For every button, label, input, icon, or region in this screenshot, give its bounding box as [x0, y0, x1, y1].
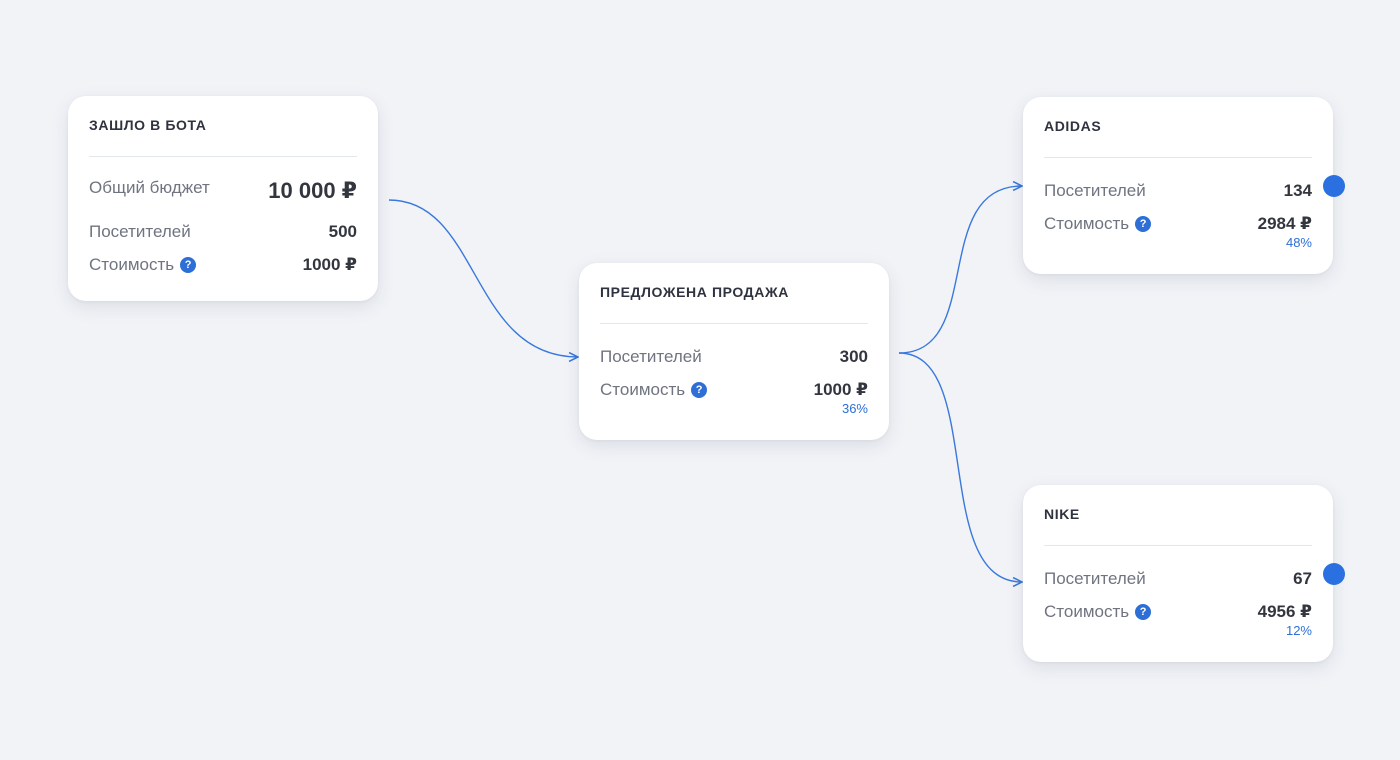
cost-row: Стоимость ? 2984 ₽ 48%: [1044, 213, 1312, 250]
visitors-label: Посетителей: [1044, 181, 1146, 200]
cost-value: 4956 ₽: [1257, 602, 1312, 621]
divider: [1044, 157, 1312, 158]
help-icon[interactable]: ?: [180, 257, 197, 273]
edge-offered-adidas: [898, 186, 1022, 354]
visitors-value: 134: [1283, 181, 1312, 200]
budget-value: 10 000 ₽: [268, 178, 357, 203]
visitors-row: Посетителей 134: [1044, 180, 1312, 202]
output-port-dot[interactable]: [1323, 563, 1345, 585]
node-title: ADIDAS: [1044, 118, 1102, 134]
visitors-row: Посетителей 500: [89, 221, 357, 243]
output-port-dot[interactable]: [1323, 175, 1345, 197]
cost-row: Стоимость ? 1000 ₽ 36%: [600, 379, 868, 416]
visitors-row: Посетителей 300: [600, 346, 868, 368]
node-title: ПРЕДЛОЖЕНА ПРОДАЖА: [600, 284, 789, 300]
budget-row: Общий бюджет 10 000 ₽: [89, 177, 357, 205]
visitors-value: 67: [1293, 569, 1312, 588]
visitors-label: Посетителей: [89, 222, 191, 241]
budget-label: Общий бюджет: [89, 178, 210, 197]
divider: [600, 323, 868, 324]
visitors-row: Посетителей 67: [1044, 568, 1312, 590]
cost-value-block: 2984 ₽ 48%: [1258, 213, 1312, 250]
cost-row: Стоимость ? 4956 ₽ 12%: [1044, 601, 1312, 638]
node-adidas[interactable]: ADIDAS Посетителей 134 Стоимость ? 2984 …: [1023, 97, 1333, 274]
node-title: ЗАШЛО В БОТА: [89, 117, 207, 133]
cost-row: Стоимость ? 1000 ₽: [89, 254, 357, 276]
cost-label-wrap: Стоимость ?: [600, 379, 708, 401]
cost-label: Стоимость: [1044, 602, 1130, 621]
visitors-value: 500: [328, 222, 357, 241]
divider: [89, 156, 357, 157]
visitors-label: Посетителей: [600, 347, 702, 366]
percent-value: 12%: [1285, 623, 1312, 638]
percent-value: 48%: [1285, 235, 1312, 250]
cost-label-wrap: Стоимость ?: [1044, 213, 1152, 235]
percent-value: 36%: [841, 401, 868, 416]
flow-canvas: ЗАШЛО В БОТА Общий бюджет 10 000 ₽ Посет…: [0, 0, 1400, 760]
node-title: NIKE: [1044, 506, 1080, 522]
visitors-value: 300: [839, 347, 868, 366]
help-icon[interactable]: ?: [1135, 216, 1152, 232]
divider: [1044, 545, 1312, 546]
cost-label-wrap: Стоимость ?: [1044, 601, 1152, 623]
cost-label: Стоимость: [600, 380, 686, 399]
node-nike[interactable]: NIKE Посетителей 67 Стоимость ? 4956 ₽ 1…: [1023, 485, 1333, 662]
edge-entered-offered: [388, 199, 578, 357]
cost-label: Стоимость: [89, 255, 175, 274]
cost-value-block: 1000 ₽ 36%: [814, 379, 868, 416]
visitors-label: Посетителей: [1044, 569, 1146, 588]
cost-value: 1000 ₽: [813, 380, 868, 399]
cost-label-wrap: Стоимость ?: [89, 254, 197, 276]
node-entered-bot[interactable]: ЗАШЛО В БОТА Общий бюджет 10 000 ₽ Посет…: [68, 96, 378, 301]
help-icon[interactable]: ?: [1135, 604, 1152, 620]
node-offered-sale[interactable]: ПРЕДЛОЖЕНА ПРОДАЖА Посетителей 300 Стоим…: [579, 263, 889, 440]
edge-offered-nike: [898, 352, 1022, 582]
cost-label: Стоимость: [1044, 214, 1130, 233]
help-icon[interactable]: ?: [691, 382, 708, 398]
cost-value: 1000 ₽: [302, 255, 357, 274]
cost-value: 2984 ₽: [1257, 214, 1312, 233]
cost-value-block: 4956 ₽ 12%: [1258, 601, 1312, 638]
